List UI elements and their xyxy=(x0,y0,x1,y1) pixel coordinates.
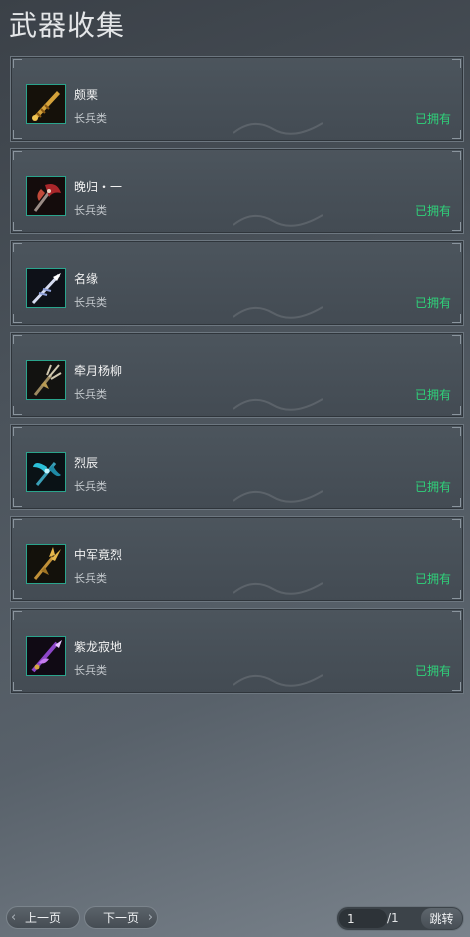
next-page-button[interactable]: 下一页 › xyxy=(84,906,158,929)
page-jump-control: /1 跳转 xyxy=(336,906,464,931)
weapon-card[interactable]: 中军竟烈 长兵类 已拥有 xyxy=(10,516,464,602)
weapon-name: 颇栗 xyxy=(74,88,99,102)
owned-status: 已拥有 xyxy=(414,664,451,678)
page-title: 武器收集 xyxy=(9,9,126,42)
owned-status: 已拥有 xyxy=(414,572,451,586)
weapon-category: 长兵类 xyxy=(74,112,107,125)
owned-status: 已拥有 xyxy=(414,296,451,310)
teal-wing-blade-icon xyxy=(26,452,66,492)
weapon-name: 紫龙寂地 xyxy=(74,640,123,654)
red-axe-icon xyxy=(26,176,66,216)
weapon-card[interactable]: 名缘 长兵类 已拥有 xyxy=(10,240,464,326)
weapon-category: 长兵类 xyxy=(74,572,107,585)
weapon-card[interactable]: 颇栗 长兵类 已拥有 xyxy=(10,56,464,142)
page-number-input[interactable] xyxy=(339,909,387,928)
purple-dragon-spear-icon xyxy=(26,636,66,676)
weapon-name: 晚归・一 xyxy=(74,180,123,194)
trident-icon xyxy=(26,360,66,400)
chevron-right-icon: › xyxy=(147,910,153,925)
weapon-category: 长兵类 xyxy=(74,204,107,217)
silver-spear-icon xyxy=(26,268,66,308)
golden-blade-icon xyxy=(26,84,66,124)
weapon-name: 中军竟烈 xyxy=(74,548,123,562)
page-total: /1 xyxy=(387,911,399,925)
next-page-label: 下一页 xyxy=(102,911,139,925)
prev-page-label: 上一页 xyxy=(24,911,61,925)
weapon-list: 颇栗 长兵类 已拥有 晚归・一 长兵类 已拥有 名缘 长兵类 已拥有 牵月杨柳 … xyxy=(10,56,464,700)
weapon-name: 烈辰 xyxy=(74,456,99,470)
prev-page-button[interactable]: ‹ 上一页 xyxy=(6,906,80,929)
weapon-category: 长兵类 xyxy=(74,388,107,401)
owned-status: 已拥有 xyxy=(414,480,451,494)
weapon-card[interactable]: 晚归・一 长兵类 已拥有 xyxy=(10,148,464,234)
jump-button[interactable]: 跳转 xyxy=(421,908,462,929)
owned-status: 已拥有 xyxy=(414,112,451,126)
owned-status: 已拥有 xyxy=(414,388,451,402)
weapon-name: 牵月杨柳 xyxy=(74,364,123,378)
weapon-name: 名缘 xyxy=(74,272,99,286)
chevron-left-icon: ‹ xyxy=(11,910,17,925)
weapon-category: 长兵类 xyxy=(74,296,107,309)
gold-halberd-icon xyxy=(26,544,66,584)
weapon-card[interactable]: 牵月杨柳 长兵类 已拥有 xyxy=(10,332,464,418)
weapon-category: 长兵类 xyxy=(74,480,107,493)
weapon-category: 长兵类 xyxy=(74,664,107,677)
owned-status: 已拥有 xyxy=(414,204,451,218)
weapon-card[interactable]: 紫龙寂地 长兵类 已拥有 xyxy=(10,608,464,694)
weapon-card[interactable]: 烈辰 长兵类 已拥有 xyxy=(10,424,464,510)
